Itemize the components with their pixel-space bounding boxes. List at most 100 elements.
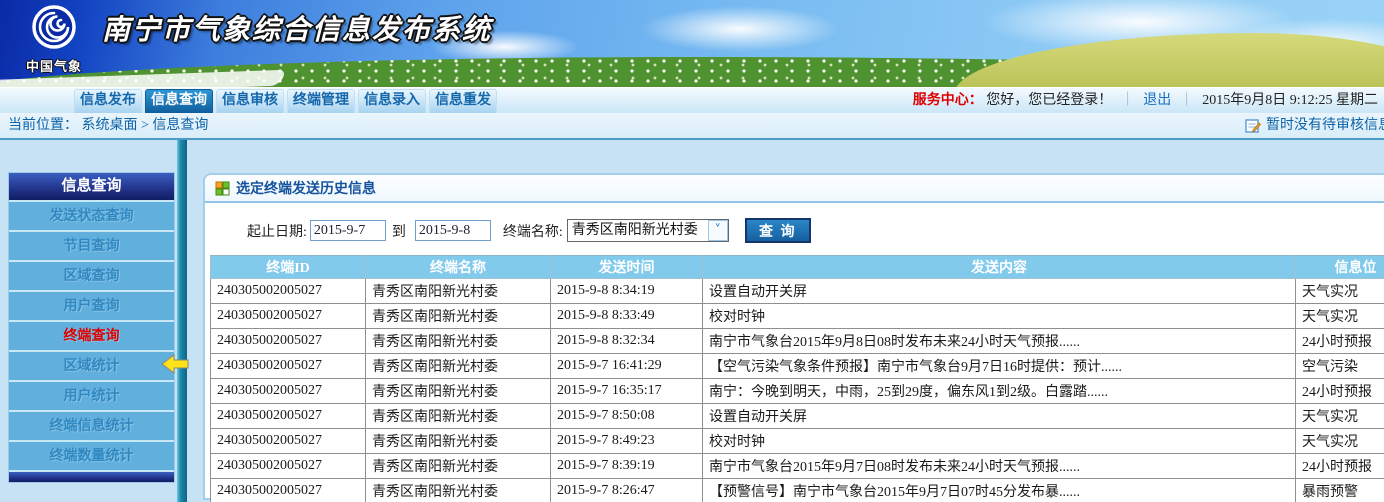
cell-terminal-id: 240305002005027 — [211, 454, 366, 479]
cell-send-time: 2015-9-7 8:49:23 — [551, 429, 703, 454]
cell-terminal-name: 青秀区南阳新光村委 — [366, 329, 551, 354]
cell-info-type: 暴雨预警 — [1296, 479, 1384, 502]
pending-audit-text: 暂时没有待审核信息 — [1266, 113, 1384, 138]
terminal-name-label: 终端名称: — [503, 221, 563, 241]
cell-send-time: 2015-9-8 8:34:19 — [551, 279, 703, 304]
cell-send-time: 2015-9-8 8:32:34 — [551, 329, 703, 354]
sidebar-item-terminal-count-stats[interactable]: 终端数量统计 — [9, 440, 174, 470]
separator: ｜ — [1180, 93, 1194, 108]
cell-send-content: 南宁市气象台2015年9月7日08时发布未来24小时天气预报...... — [703, 454, 1296, 479]
sidebar-item-terminal-query[interactable]: 终端查询 — [9, 320, 174, 350]
table-header-row: 终端ID 终端名称 发送时间 发送内容 信息位 — [211, 256, 1384, 279]
logout-link[interactable]: 退出 — [1143, 93, 1171, 108]
current-datetime: 2015年9月8日 9:12:25 星期二 — [1202, 93, 1378, 108]
table-row: 240305002005027 青秀区南阳新光村委 2015-9-8 8:34:… — [211, 279, 1384, 304]
cell-send-content: 南宁市气象台2015年9月8日08时发布未来24小时天气预报...... — [703, 329, 1296, 354]
cell-info-type: 24小时预报 — [1296, 329, 1384, 354]
top-banner: 中国气象 南宁市气象综合信息发布系统 — [0, 0, 1384, 88]
collapse-arrow-icon[interactable] — [161, 353, 189, 375]
cell-info-type: 空气污染 — [1296, 354, 1384, 379]
cell-terminal-name: 青秀区南阳新光村委 — [366, 404, 551, 429]
tab-info-publish[interactable]: 信息发布 — [74, 89, 142, 113]
sidebar-item-send-status-query[interactable]: 发送状态查询 — [9, 200, 174, 230]
cell-send-time: 2015-9-7 16:35:17 — [551, 379, 703, 404]
logo-caption: 中国气象 — [22, 56, 86, 75]
cloud-decoration — [640, 6, 840, 52]
separator: ｜ — [1121, 93, 1135, 108]
sidebar-item-terminal-info-stats[interactable]: 终端信息统计 — [9, 410, 174, 440]
history-table: 终端ID 终端名称 发送时间 发送内容 信息位 240305002005027 … — [210, 255, 1384, 502]
cell-send-content: 【空气污染气象条件预报】南宁市气象台9月7日16时提供：预计...... — [703, 354, 1296, 379]
cell-send-content: 南宁：今晚到明天，中雨，25到29度，偏东风1到2级。白露踏...... — [703, 379, 1296, 404]
sidebar-menu: 信息查询 发送状态查询 节目查询 区域查询 用户查询 终端查询 区域统计 用户统… — [8, 172, 175, 483]
sidebar-item-region-query[interactable]: 区域查询 — [9, 260, 174, 290]
col-info-type: 信息位 — [1296, 256, 1384, 279]
sidebar-item-region-stats[interactable]: 区域统计 — [9, 350, 174, 380]
col-terminal-name: 终端名称 — [366, 256, 551, 279]
cell-terminal-name: 青秀区南阳新光村委 — [366, 429, 551, 454]
cell-send-content: 校对时钟 — [703, 304, 1296, 329]
nav-tabs: 信息发布 信息查询 信息审核 终端管理 信息录入 信息重发 — [74, 89, 497, 113]
cell-info-type: 24小时预报 — [1296, 454, 1384, 479]
tab-terminal-manage[interactable]: 终端管理 — [287, 89, 355, 113]
chevron-down-icon[interactable]: ˅ — [708, 220, 728, 241]
cell-send-time: 2015-9-7 8:26:47 — [551, 479, 703, 502]
pending-audit-notice: 暂时没有待审核信息 — [1245, 113, 1384, 138]
col-send-time: 发送时间 — [551, 256, 703, 279]
cell-terminal-name: 青秀区南阳新光村委 — [366, 279, 551, 304]
cell-send-time: 2015-9-7 16:41:29 — [551, 354, 703, 379]
history-panel: 选定终端发送历史信息 起止日期: 到 终端名称: 青秀区南阳新光村委 ˅ 查 询… — [203, 173, 1384, 500]
cell-send-content: 设置自动开关屏 — [703, 279, 1296, 304]
terminal-select[interactable]: 青秀区南阳新光村委 ˅ — [567, 219, 729, 242]
to-label: 到 — [392, 221, 406, 241]
site-title: 南宁市气象综合信息发布系统 — [102, 8, 492, 48]
cell-terminal-id: 240305002005027 — [211, 329, 366, 354]
breadcrumb-path: 系统桌面 > 信息查询 — [82, 118, 209, 133]
cell-send-time: 2015-9-7 8:50:08 — [551, 404, 703, 429]
panel-title: 选定终端发送历史信息 — [236, 178, 376, 198]
breadcrumb-label: 当前位置： — [8, 118, 78, 133]
cell-send-content: 【预警信号】南宁市气象台2015年9月7日07时45分发布暴...... — [703, 479, 1296, 502]
cell-terminal-id: 240305002005027 — [211, 429, 366, 454]
tab-info-entry[interactable]: 信息录入 — [358, 89, 426, 113]
cell-info-type: 天气实况 — [1296, 279, 1384, 304]
col-send-content: 发送内容 — [703, 256, 1296, 279]
date-from-input[interactable] — [310, 220, 386, 241]
date-range-label: 起止日期: — [247, 221, 307, 241]
table-row: 240305002005027 青秀区南阳新光村委 2015-9-8 8:32:… — [211, 329, 1384, 354]
cell-terminal-name: 青秀区南阳新光村委 — [366, 479, 551, 502]
sidebar-item-user-query[interactable]: 用户查询 — [9, 290, 174, 320]
cell-send-time: 2015-9-8 8:33:49 — [551, 304, 703, 329]
sidebar-item-user-stats[interactable]: 用户统计 — [9, 380, 174, 410]
cell-terminal-id: 240305002005027 — [211, 404, 366, 429]
query-form: 起止日期: 到 终端名称: 青秀区南阳新光村委 ˅ 查 询 — [247, 218, 1384, 243]
table-row: 240305002005027 青秀区南阳新光村委 2015-9-7 16:41… — [211, 354, 1384, 379]
date-to-input[interactable] — [415, 220, 491, 241]
cell-terminal-id: 240305002005027 — [211, 304, 366, 329]
cell-terminal-name: 青秀区南阳新光村委 — [366, 454, 551, 479]
breadcrumb: 当前位置： 系统桌面 > 信息查询 — [8, 113, 208, 138]
cell-terminal-name: 青秀区南阳新光村委 — [366, 354, 551, 379]
breadcrumb-bar: 当前位置： 系统桌面 > 信息查询 暂时没有待审核信息 — [0, 113, 1384, 140]
login-greeting: 您好，您已经登录！ — [986, 93, 1112, 108]
cell-send-content: 设置自动开关屏 — [703, 404, 1296, 429]
sidebar-divider — [177, 140, 187, 502]
cell-info-type: 天气实况 — [1296, 404, 1384, 429]
table-row: 240305002005027 青秀区南阳新光村委 2015-9-7 8:39:… — [211, 454, 1384, 479]
tab-info-resend[interactable]: 信息重发 — [429, 89, 497, 113]
tab-info-query[interactable]: 信息查询 — [145, 89, 213, 113]
service-center-label: 服务中心： — [913, 93, 983, 108]
sidebar-footer — [9, 470, 174, 482]
cell-terminal-name: 青秀区南阳新光村委 — [366, 379, 551, 404]
sidebar-item-program-query[interactable]: 节目查询 — [9, 230, 174, 260]
tab-info-audit[interactable]: 信息审核 — [216, 89, 284, 113]
service-center-bar: 服务中心： 您好，您已经登录！ ｜ 退出 ｜ 2015年9月8日 9:12:25… — [913, 88, 1378, 113]
note-pencil-icon — [1245, 118, 1261, 134]
cell-terminal-id: 240305002005027 — [211, 354, 366, 379]
terminal-select-value: 青秀区南阳新光村委 — [568, 220, 708, 241]
table-row: 240305002005027 青秀区南阳新光村委 2015-9-7 8:49:… — [211, 429, 1384, 454]
panel-title-bar: 选定终端发送历史信息 — [205, 175, 1384, 203]
sidebar-header: 信息查询 — [9, 173, 174, 200]
query-button[interactable]: 查 询 — [745, 218, 811, 243]
cell-terminal-id: 240305002005027 — [211, 279, 366, 304]
